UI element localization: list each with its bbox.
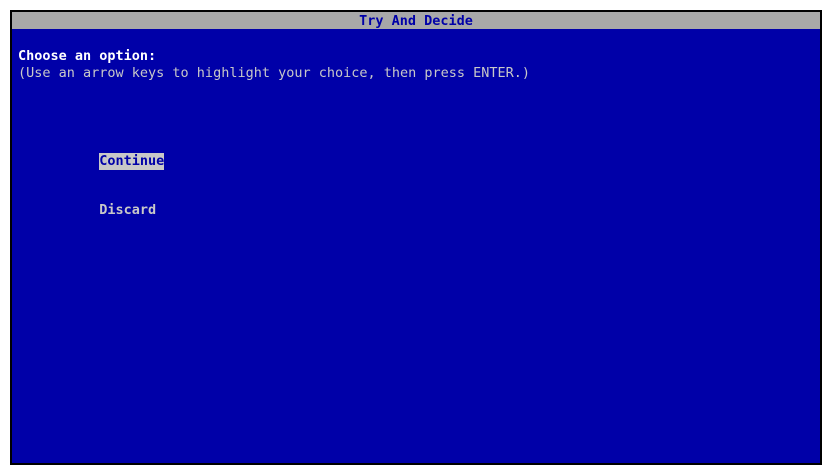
menu-item-discard[interactable]: Discard <box>18 185 164 218</box>
prompt-instructions: (Use an arrow keys to highlight your cho… <box>18 65 531 81</box>
console-area: Try And Decide Choose an option: (Use an… <box>12 12 820 463</box>
menu-item-label: Continue <box>99 153 165 170</box>
menu-item-continue[interactable]: Continue <box>18 136 165 170</box>
title-bar: Try And Decide <box>12 12 820 29</box>
console-screen: Try And Decide Choose an option: (Use an… <box>10 10 822 465</box>
prompt-heading: Choose an option: <box>18 48 157 64</box>
window-frame: Try And Decide Choose an option: (Use an… <box>0 0 825 468</box>
menu-item-label: Discard <box>99 202 157 218</box>
option-menu: Continue Discard <box>18 104 165 234</box>
